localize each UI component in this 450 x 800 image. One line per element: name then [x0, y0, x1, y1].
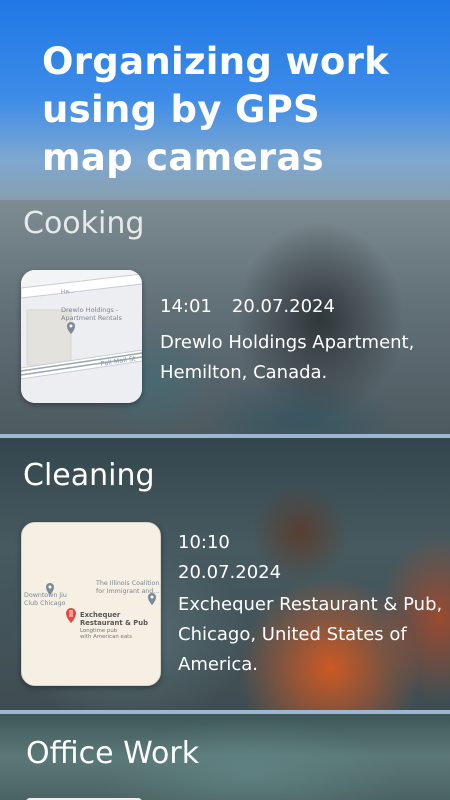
category-label: Cooking — [23, 206, 145, 241]
page-title: Organizing work using by GPS map cameras — [42, 40, 390, 179]
section-cooking[interactable]: Cooking Ha... Drewlo Holdings - Apartmen… — [0, 200, 450, 434]
photo-date: 20.07.2024 — [231, 296, 335, 317]
section-office-work[interactable]: Office Work — [0, 714, 450, 800]
photo-time: 10:10 — [178, 532, 230, 553]
map-poi-right: The Illinois Coalition — [95, 580, 159, 587]
photo-address: Exchequer Restaurant & Pub, Chicago, Uni… — [178, 594, 443, 675]
photo-time: 14:01 — [160, 296, 212, 317]
map-svg: Ha... Drewlo Holdings - Apartment Rental… — [21, 270, 142, 403]
svg-text:with American eats: with American eats — [80, 634, 132, 640]
photo-info: 10:10 20.07.2024 Exchequer Restaurant & … — [178, 528, 448, 680]
map-place-name-line1: Drewlo Holdings - — [61, 306, 119, 314]
photo-date: 20.07.2024 — [178, 562, 282, 583]
map-poi-left: Downtown Jiu — [24, 592, 67, 599]
map-thumbnail[interactable]: Ha... Drewlo Holdings - Apartment Rental… — [21, 270, 142, 403]
photo-info: 14:01 20.07.2024 Drewlo Holdings Apartmen… — [160, 292, 445, 388]
category-label: Office Work — [26, 736, 200, 771]
photo-address: Drewlo Holdings Apartment, Hemilton, Can… — [160, 332, 415, 383]
map-street-top: Ha... — [60, 288, 75, 296]
map-svg: Downtown Jiu Club Chicago The Illinois C… — [22, 523, 160, 685]
category-label: Cleaning — [23, 458, 155, 493]
map-poi-main: Exchequer — [80, 611, 121, 619]
map-thumbnail[interactable]: Downtown Jiu Club Chicago The Illinois C… — [21, 522, 161, 686]
svg-text:Restaurant & Pub: Restaurant & Pub — [80, 619, 148, 627]
map-place-name-line2: Apartment Rentals — [61, 314, 123, 322]
section-cleaning[interactable]: Cleaning Downtown Jiu Club Chicago The I… — [0, 438, 450, 710]
svg-text:Club Chicago: Club Chicago — [24, 600, 66, 607]
